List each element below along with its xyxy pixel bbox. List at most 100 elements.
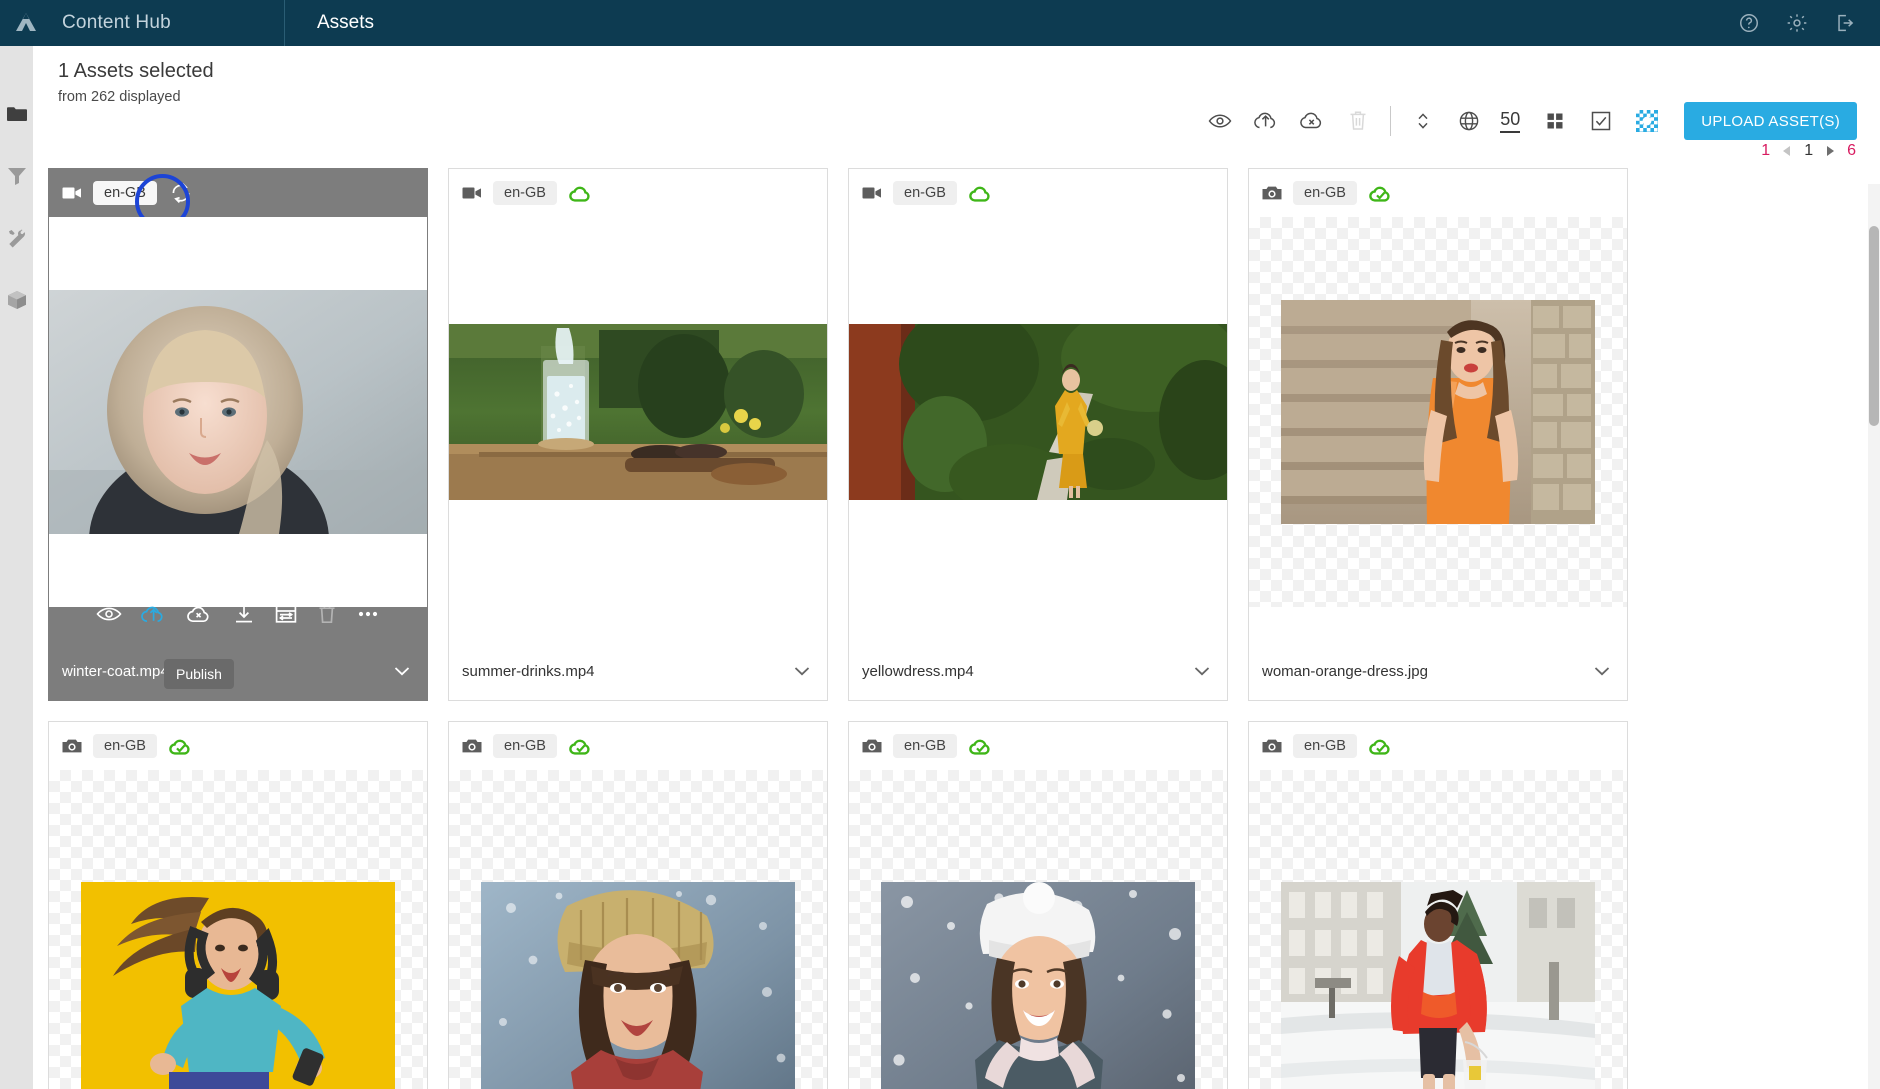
page-size-selector[interactable]: 50: [1500, 109, 1521, 133]
video-icon: [862, 187, 881, 199]
gear-icon[interactable]: [1786, 12, 1808, 34]
photo-camera-icon: [1262, 739, 1282, 753]
section-label: Assets: [317, 12, 375, 33]
sidebar-item-assets[interactable]: [0, 83, 33, 145]
asset-filename: yellowdress.mp4: [862, 662, 974, 680]
asset-filename: summer-drinks.mp4: [462, 662, 595, 680]
preview-icon[interactable]: [95, 602, 123, 626]
language-button[interactable]: [1446, 104, 1492, 138]
cloud-upload-icon[interactable]: [139, 602, 169, 626]
transparency-button[interactable]: [1624, 104, 1670, 138]
top-bar-actions: [1738, 0, 1880, 46]
language-chip: en-GB: [893, 181, 957, 205]
asset-card[interactable]: en-GB: [448, 721, 828, 1089]
thumbnail-yellowdress: [849, 324, 1227, 500]
language-chip: en-GB: [93, 181, 157, 205]
section-tab-assets[interactable]: Assets: [285, 0, 374, 46]
preview-button[interactable]: [1197, 104, 1243, 138]
language-chip: en-GB: [493, 181, 557, 205]
upload-assets-button[interactable]: UPLOAD ASSET(S): [1684, 102, 1857, 140]
cloud-unpublish-icon: [1300, 112, 1322, 129]
select-all-button[interactable]: [1578, 104, 1624, 138]
cloud-unpublish-icon[interactable]: [185, 602, 215, 626]
video-icon: [62, 187, 81, 199]
tools-icon: [8, 229, 25, 248]
thumbnail-summer-drinks: [449, 324, 827, 500]
asset-thumbnail[interactable]: [49, 217, 427, 607]
asset-card[interactable]: en-GB: [48, 721, 428, 1089]
asset-card[interactable]: en-GB: [848, 721, 1228, 1089]
video-icon: [462, 187, 481, 199]
chevron-left-icon[interactable]: [1780, 144, 1794, 158]
asset-card[interactable]: en-GB: [848, 168, 1228, 701]
sync-icon[interactable]: [168, 180, 194, 206]
cloud-published-checked-icon: [1369, 186, 1390, 202]
cloud-published-checked-icon: [969, 739, 990, 755]
unpublish-button[interactable]: [1289, 104, 1335, 138]
vertical-scrollbar[interactable]: [1868, 184, 1880, 1089]
sidebar-item-filters[interactable]: [0, 145, 33, 207]
pagination-first[interactable]: 1: [1761, 142, 1770, 160]
asset-filename: woman-orange-dress.jpg: [1262, 662, 1428, 680]
brand-area[interactable]: Content Hub: [52, 0, 285, 46]
asset-card-header: en-GB: [49, 722, 427, 770]
publish-button[interactable]: [1243, 104, 1289, 138]
thumbnail-winter-coat: [49, 290, 427, 534]
thumbnail-woman-knit-hat-snow: [481, 882, 795, 1089]
asset-thumbnail[interactable]: [49, 770, 427, 1089]
selection-summary: 1 Assets selected from 262 displayed: [58, 58, 214, 105]
language-chip: en-GB: [493, 734, 557, 758]
asset-card[interactable]: en-GB: [1248, 168, 1628, 701]
asset-card-footer: yellowdress.mp4: [849, 642, 1227, 700]
asset-thumbnail[interactable]: [849, 770, 1227, 1089]
logout-icon[interactable]: [1834, 12, 1856, 34]
funnel-icon: [7, 168, 26, 185]
globe-icon: [1459, 111, 1479, 131]
asset-thumbnail[interactable]: [849, 217, 1227, 607]
publish-tooltip: Publish: [164, 659, 234, 689]
chevron-down-icon[interactable]: [1191, 660, 1213, 682]
photo-camera-icon: [1262, 186, 1282, 200]
asset-card[interactable]: en-GB: [448, 168, 828, 701]
grid-row: en-GB: [47, 168, 1863, 701]
assets-grid: en-GB winter-coat.mp4 Publish en-GB summ…: [47, 168, 1863, 1089]
chevron-down-icon[interactable]: [1591, 660, 1613, 682]
grid-row: en-GB: [47, 721, 1863, 1089]
scrollbar-thumb[interactable]: [1869, 226, 1879, 426]
sidebar-item-tools[interactable]: [0, 207, 33, 269]
asset-card-header: en-GB: [49, 169, 427, 229]
asset-thumbnail[interactable]: [449, 770, 827, 1089]
chevron-right-icon[interactable]: [1823, 144, 1837, 158]
chevron-down-icon[interactable]: [391, 660, 413, 682]
sidebar-item-packages[interactable]: [0, 269, 33, 331]
asset-card-footer: woman-orange-dress.jpg: [1249, 642, 1627, 700]
main-content: 1 Assets selected from 262 displayed 50 …: [33, 46, 1880, 1089]
properties-icon[interactable]: [273, 602, 299, 626]
asset-card[interactable]: en-GB: [1248, 721, 1628, 1089]
cloud-published-checked-icon: [1369, 739, 1390, 755]
top-bar: Content Hub Assets: [0, 0, 1880, 46]
asset-card-header: en-GB: [449, 169, 827, 217]
grid-view-button[interactable]: [1532, 104, 1578, 138]
trash-icon: [319, 605, 335, 624]
download-icon[interactable]: [231, 602, 257, 626]
asset-thumbnail[interactable]: [1249, 217, 1627, 607]
photo-camera-icon: [62, 739, 82, 753]
selection-subtitle: from 262 displayed: [58, 89, 181, 105]
more-icon[interactable]: [355, 602, 381, 626]
app-logo[interactable]: [0, 0, 52, 46]
pagination: 1 1 6: [1761, 142, 1856, 160]
thumbnail-woman-red-coat-street: [1281, 882, 1595, 1089]
grid-view-icon: [1547, 113, 1563, 129]
cloud-published-icon: [569, 186, 590, 202]
pagination-last[interactable]: 6: [1847, 142, 1856, 160]
help-icon[interactable]: [1738, 12, 1760, 34]
sort-button[interactable]: [1400, 104, 1446, 138]
toolbar-divider: [1390, 106, 1392, 136]
selection-title: 1 Assets selected: [58, 60, 214, 82]
asset-card-header: en-GB: [849, 722, 1227, 770]
asset-thumbnail[interactable]: [1249, 770, 1627, 1089]
asset-thumbnail[interactable]: [449, 217, 827, 607]
asset-card[interactable]: en-GB: [48, 168, 428, 701]
chevron-down-icon[interactable]: [791, 660, 813, 682]
